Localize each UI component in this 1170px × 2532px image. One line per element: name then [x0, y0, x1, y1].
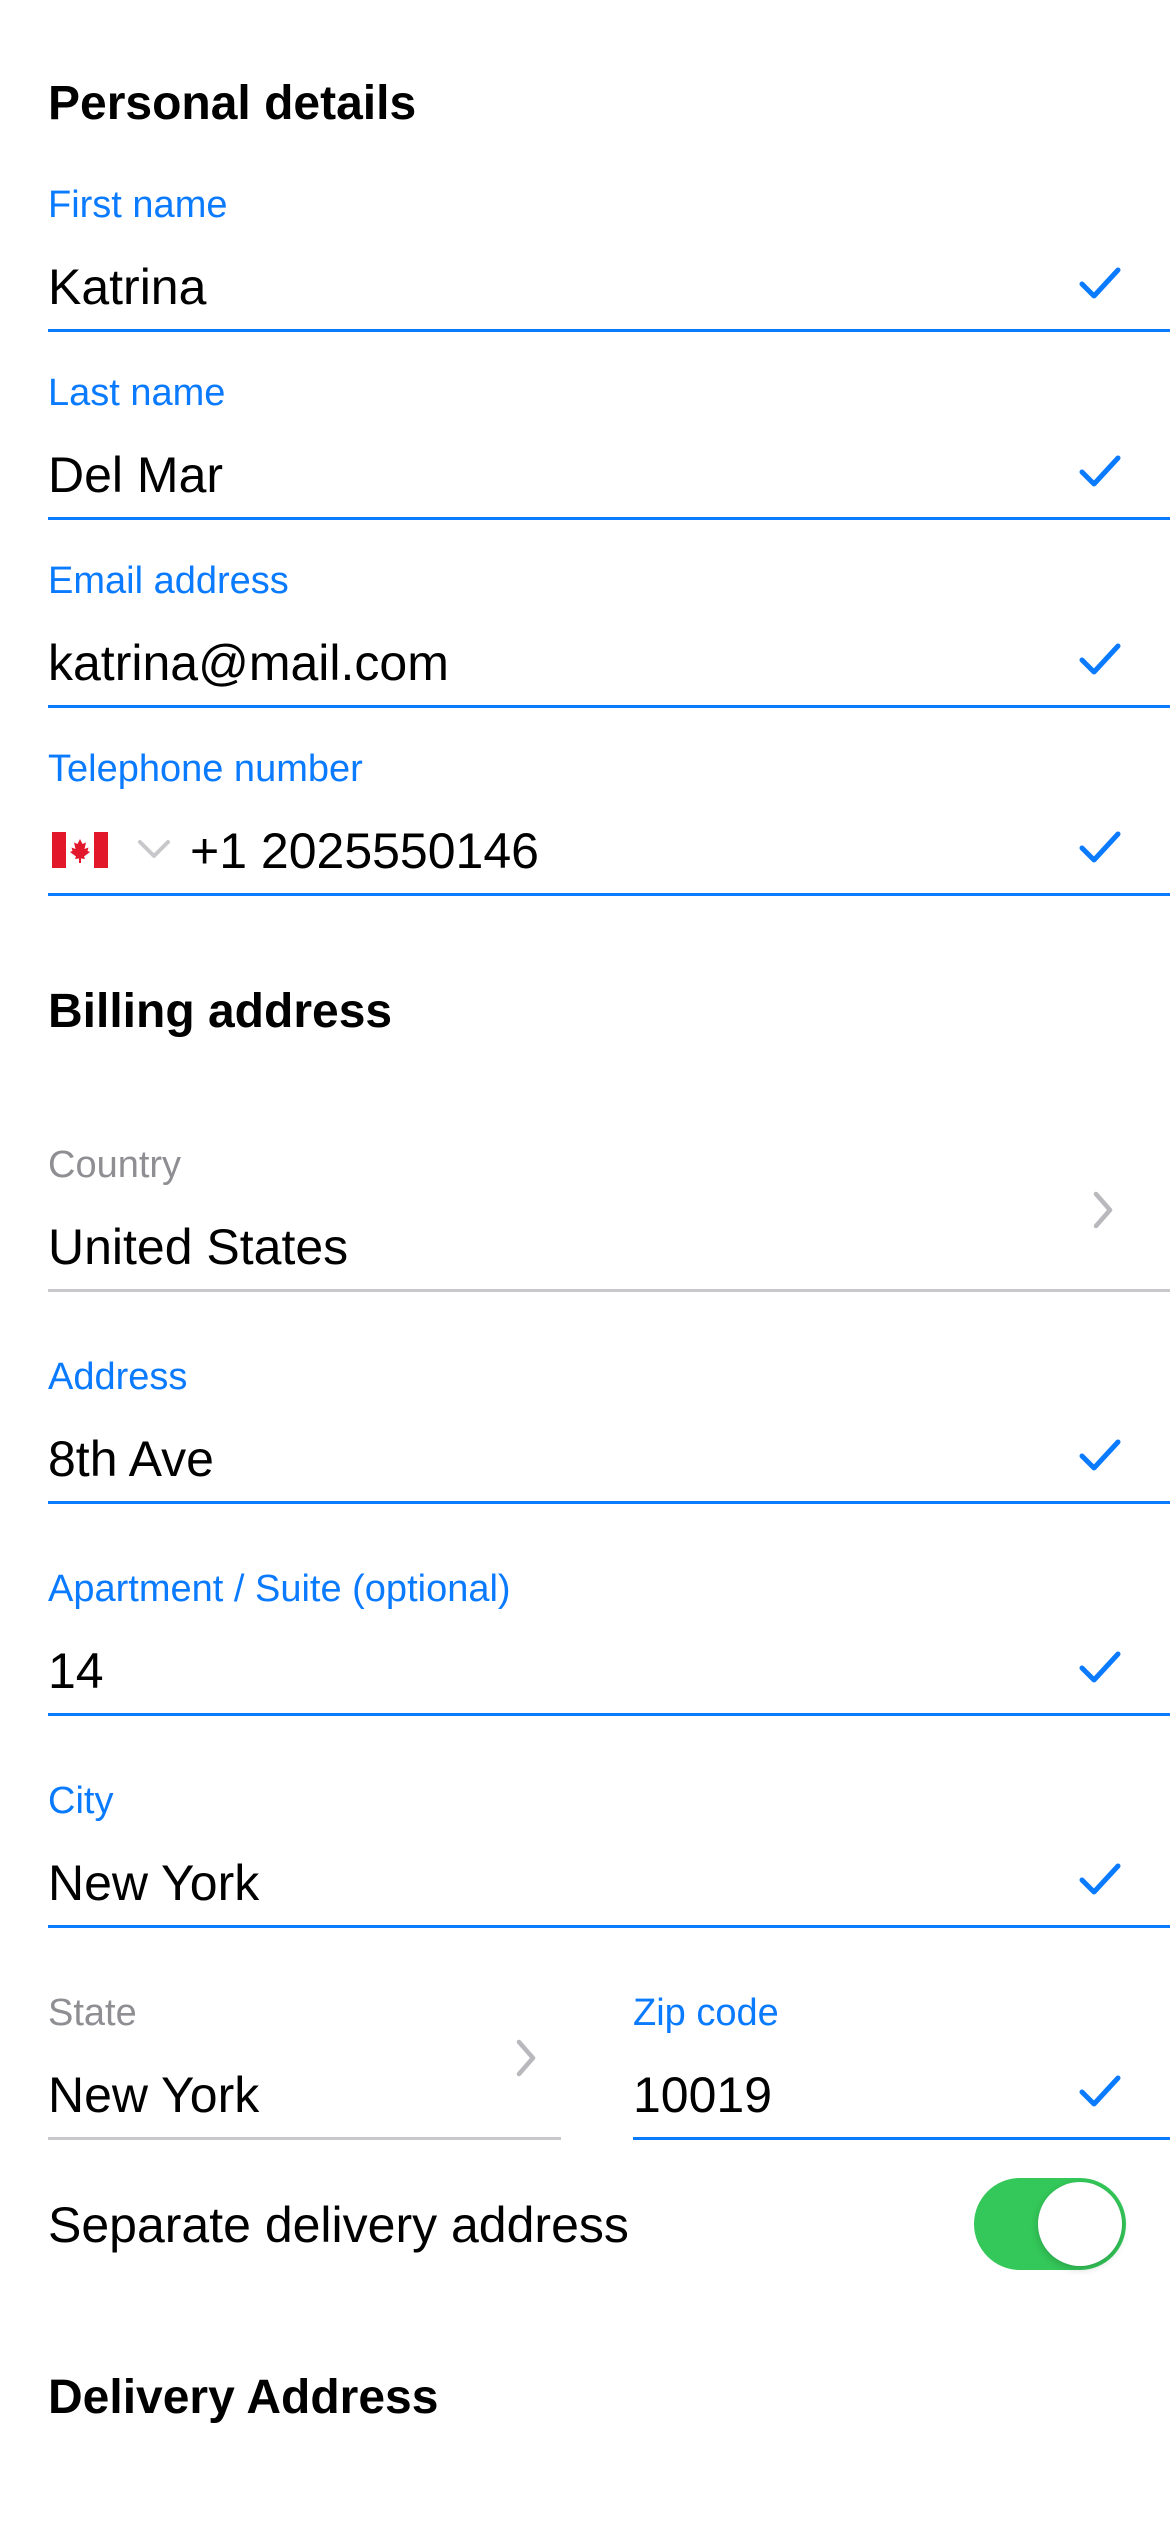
address-label: Address	[48, 1356, 188, 1398]
personal-details-heading: Personal details	[48, 77, 417, 130]
last-name-underline	[48, 517, 1170, 520]
checkmark-icon	[1079, 643, 1121, 675]
email-label: Email address	[48, 560, 289, 602]
toggle-knob	[1038, 2182, 1122, 2266]
country-value[interactable]: United States	[48, 1222, 348, 1272]
state-underline	[48, 2137, 561, 2140]
city-field[interactable]: City New York	[48, 1782, 1170, 1930]
apartment-value[interactable]: 14	[48, 1646, 104, 1696]
state-field[interactable]: State New York	[48, 1994, 561, 2142]
apartment-field[interactable]: Apartment / Suite (optional) 14	[48, 1570, 1170, 1718]
chevron-right-icon	[1093, 1191, 1113, 1229]
checkout-form: Personal details First name Katrina Last…	[0, 0, 1170, 2532]
last-name-label: Last name	[48, 372, 226, 414]
first-name-value[interactable]: Katrina	[48, 262, 206, 312]
email-underline	[48, 705, 1170, 708]
checkmark-icon	[1079, 2075, 1121, 2107]
separate-delivery-label: Separate delivery address	[48, 2197, 629, 2253]
state-label: State	[48, 1992, 137, 2034]
last-name-field[interactable]: Last name Del Mar	[48, 374, 1170, 522]
address-value[interactable]: 8th Ave	[48, 1434, 214, 1484]
email-value[interactable]: katrina@mail.com	[48, 638, 449, 688]
address-field[interactable]: Address 8th Ave	[48, 1358, 1170, 1506]
country-underline	[48, 1289, 1170, 1292]
chevron-down-icon[interactable]	[134, 834, 174, 864]
checkmark-icon	[1079, 1651, 1121, 1683]
telephone-label: Telephone number	[48, 748, 363, 790]
city-value[interactable]: New York	[48, 1858, 259, 1908]
telephone-field[interactable]: Telephone number +1 2025550146	[48, 750, 1170, 898]
last-name-value[interactable]: Del Mar	[48, 450, 223, 500]
zip-code-label: Zip code	[633, 1992, 779, 2034]
country-label: Country	[48, 1144, 182, 1186]
city-underline	[48, 1925, 1170, 1928]
city-label: City	[48, 1780, 114, 1822]
state-value[interactable]: New York	[48, 2070, 259, 2120]
zip-code-underline	[633, 2137, 1170, 2140]
telephone-underline	[48, 893, 1170, 896]
country-field[interactable]: Country United States	[48, 1146, 1170, 1294]
zip-code-field[interactable]: Zip code 10019	[633, 1994, 1170, 2142]
checkmark-icon	[1079, 831, 1121, 863]
address-underline	[48, 1501, 1170, 1504]
delivery-address-heading: Delivery Address	[48, 2371, 439, 2424]
zip-code-value[interactable]: 10019	[633, 2070, 772, 2120]
checkmark-icon	[1079, 267, 1121, 299]
first-name-field[interactable]: First name Katrina	[48, 186, 1170, 334]
separate-delivery-toggle[interactable]	[974, 2178, 1126, 2270]
first-name-label: First name	[48, 184, 228, 226]
checkmark-icon	[1079, 1863, 1121, 1895]
apartment-underline	[48, 1713, 1170, 1716]
apartment-label: Apartment / Suite (optional)	[48, 1568, 511, 1610]
billing-address-heading: Billing address	[48, 985, 393, 1038]
canada-flag-icon[interactable]	[52, 832, 108, 868]
chevron-right-icon	[516, 2039, 536, 2077]
first-name-underline	[48, 329, 1170, 332]
telephone-value[interactable]: +1 2025550146	[190, 826, 539, 876]
checkmark-icon	[1079, 455, 1121, 487]
checkmark-icon	[1079, 1439, 1121, 1471]
email-field[interactable]: Email address katrina@mail.com	[48, 562, 1170, 710]
